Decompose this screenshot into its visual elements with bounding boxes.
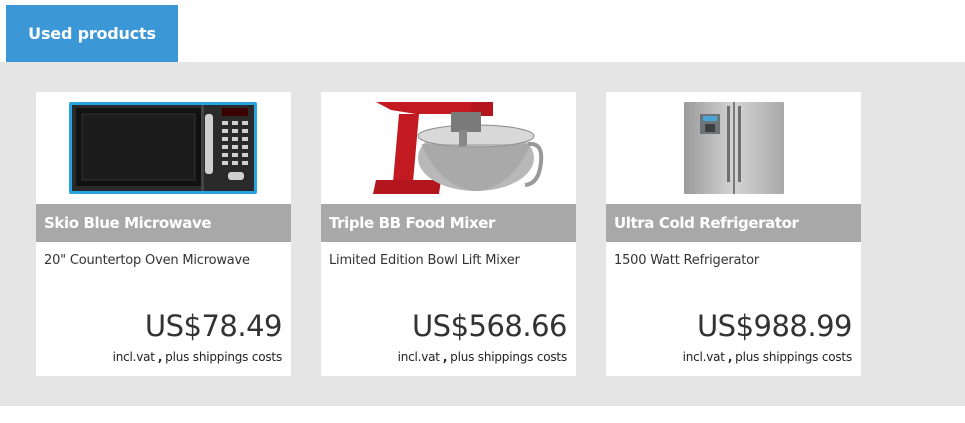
vat-note: incl.vat: [112, 350, 155, 364]
product-price: US$988.99: [696, 309, 853, 343]
product-card-microwave[interactable]: Skio Blue Microwave 20" Countertop Oven …: [36, 92, 291, 376]
shipping-note: plus shippings costs: [165, 350, 282, 364]
product-price: US$568.66: [411, 309, 568, 343]
product-list-panel: Skio Blue Microwave 20" Countertop Oven …: [0, 62, 965, 406]
refrigerator-image[interactable]: [606, 92, 861, 204]
price-note: incl.vat, plus shippings costs: [112, 350, 283, 364]
microwave-image[interactable]: [36, 92, 291, 204]
price-note: incl.vat, plus shippings costs: [397, 350, 568, 364]
product-card-mixer[interactable]: Triple BB Food Mixer Limited Edition Bow…: [321, 92, 576, 376]
vat-note: incl.vat: [397, 350, 440, 364]
product-card-refrigerator[interactable]: Ultra Cold Refrigerator 1500 Watt Refrig…: [606, 92, 861, 376]
stand-mixer-image[interactable]: [321, 92, 576, 204]
shipping-note: plus shippings costs: [450, 350, 567, 364]
product-description: Limited Edition Bowl Lift Mixer: [329, 253, 520, 268]
product-name[interactable]: Ultra Cold Refrigerator: [606, 204, 861, 242]
product-description: 1500 Watt Refrigerator: [614, 253, 760, 268]
tab-used-products[interactable]: Used products: [6, 5, 178, 62]
shipping-note: plus shippings costs: [735, 350, 852, 364]
product-name[interactable]: Skio Blue Microwave: [36, 204, 291, 242]
vat-note: incl.vat: [682, 350, 725, 364]
price-note: incl.vat, plus shippings costs: [682, 350, 853, 364]
product-price: US$78.49: [144, 309, 283, 343]
product-name[interactable]: Triple BB Food Mixer: [321, 204, 576, 242]
product-description: 20" Countertop Oven Microwave: [44, 253, 250, 268]
